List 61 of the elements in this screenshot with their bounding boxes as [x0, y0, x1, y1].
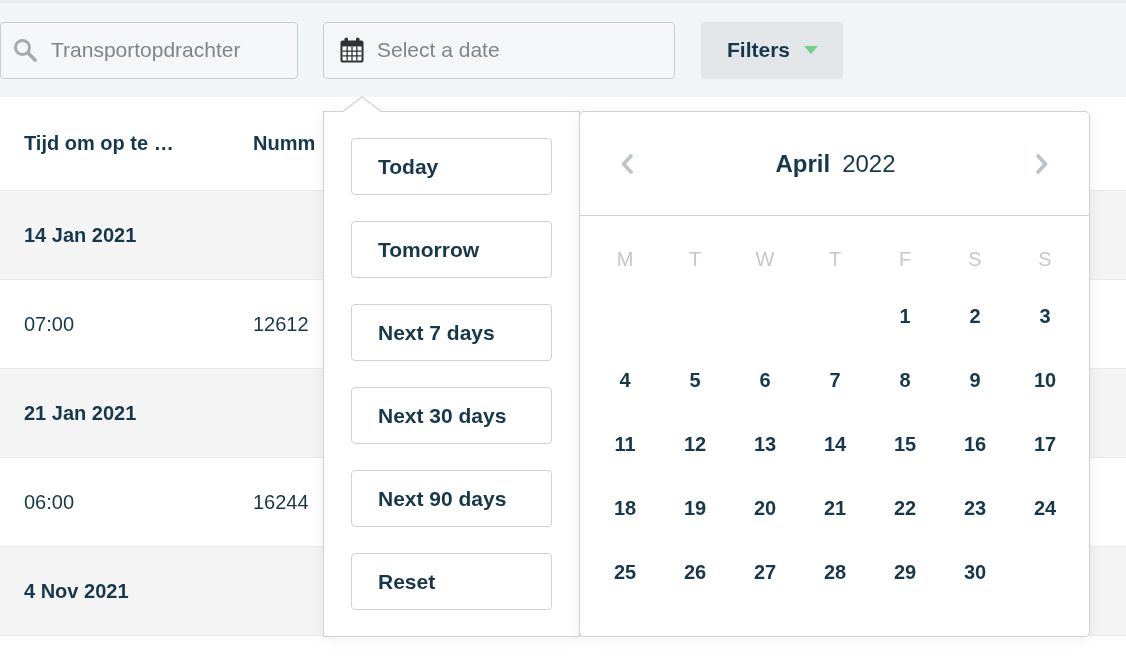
preset-button[interactable]: Reset — [351, 553, 552, 610]
calendar-day[interactable]: 27 — [745, 552, 785, 592]
weekday-label: T — [688, 247, 702, 271]
preset-button[interactable]: Today — [351, 138, 552, 195]
calendar-day[interactable]: 19 — [675, 488, 715, 528]
table-cell: 16244 — [253, 490, 309, 514]
calendar-day[interactable]: 23 — [955, 488, 995, 528]
calendar-day[interactable]: 4 — [605, 360, 645, 400]
calendar-day[interactable]: 20 — [745, 488, 785, 528]
preset-button[interactable]: Next 7 days — [351, 304, 552, 361]
weekday-label: F — [898, 247, 912, 271]
calendar-day[interactable]: 21 — [815, 488, 855, 528]
search-icon — [13, 38, 37, 62]
filters-button[interactable]: Filters — [701, 21, 843, 79]
column-header: Numm — [253, 132, 316, 155]
table-cell-text: 06:00 — [24, 490, 76, 514]
weekday-label: M — [616, 247, 634, 271]
date-group-label: 21 Jan 2021 — [24, 401, 138, 425]
column-header: Tijd om op te … — [24, 132, 175, 155]
calendar-day[interactable]: 17 — [1025, 424, 1065, 464]
calendar-day[interactable]: 16 — [955, 424, 995, 464]
calendar-day[interactable]: 5 — [675, 360, 715, 400]
preset-button[interactable]: Next 90 days — [351, 470, 552, 527]
caret-down-icon — [804, 46, 819, 54]
search-field[interactable]: Transportopdrachter — [0, 21, 298, 79]
calendar-day[interactable]: 15 — [885, 424, 925, 464]
date-field[interactable]: Select a date — [323, 21, 675, 79]
calendar-day[interactable]: 24 — [1025, 488, 1065, 528]
year-label: 2022 — [842, 149, 896, 178]
preset-button[interactable]: Next 30 days — [351, 387, 552, 444]
calendar-day[interactable]: 29 — [885, 552, 925, 592]
calendar-day[interactable]: 12 — [675, 424, 715, 464]
calendar-day[interactable]: 3 — [1025, 296, 1065, 336]
calendar-day[interactable]: 1 — [885, 296, 925, 336]
calendar-day[interactable]: 6 — [745, 360, 785, 400]
calendar-day[interactable]: 8 — [885, 360, 925, 400]
calendar-day[interactable]: 2 — [955, 296, 995, 336]
calendar-day[interactable]: 30 — [955, 552, 995, 592]
table-cell-text: 07:00 — [24, 312, 76, 336]
calendar-day[interactable]: 18 — [605, 488, 645, 528]
weekday-label: W — [755, 247, 775, 271]
month-label: April — [775, 149, 831, 178]
calendar-day[interactable]: 26 — [675, 552, 715, 592]
calendar-day[interactable]: 28 — [815, 552, 855, 592]
calendar-day[interactable]: 10 — [1025, 360, 1065, 400]
weekday-label: S — [1038, 247, 1052, 271]
calendar-day[interactable]: 14 — [815, 424, 855, 464]
preset-button[interactable]: Tomorrow — [351, 221, 552, 278]
date-group-label: 4 Nov 2021 — [24, 579, 130, 603]
calendar-day[interactable]: 11 — [605, 424, 645, 464]
calendar-day[interactable]: 7 — [815, 360, 855, 400]
table-cell: 12612 — [253, 312, 309, 336]
weekday-label: T — [828, 247, 842, 271]
chevron-left-icon — [621, 153, 633, 174]
date-group-label: 14 Jan 2021 — [24, 223, 138, 247]
calendar-day[interactable]: 25 — [605, 552, 645, 592]
chevron-right-icon — [1036, 153, 1048, 174]
weekday-label: S — [968, 247, 982, 271]
calendar-day[interactable]: 13 — [745, 424, 785, 464]
calendar-day[interactable]: 9 — [955, 360, 995, 400]
calendar-day[interactable]: 22 — [885, 488, 925, 528]
